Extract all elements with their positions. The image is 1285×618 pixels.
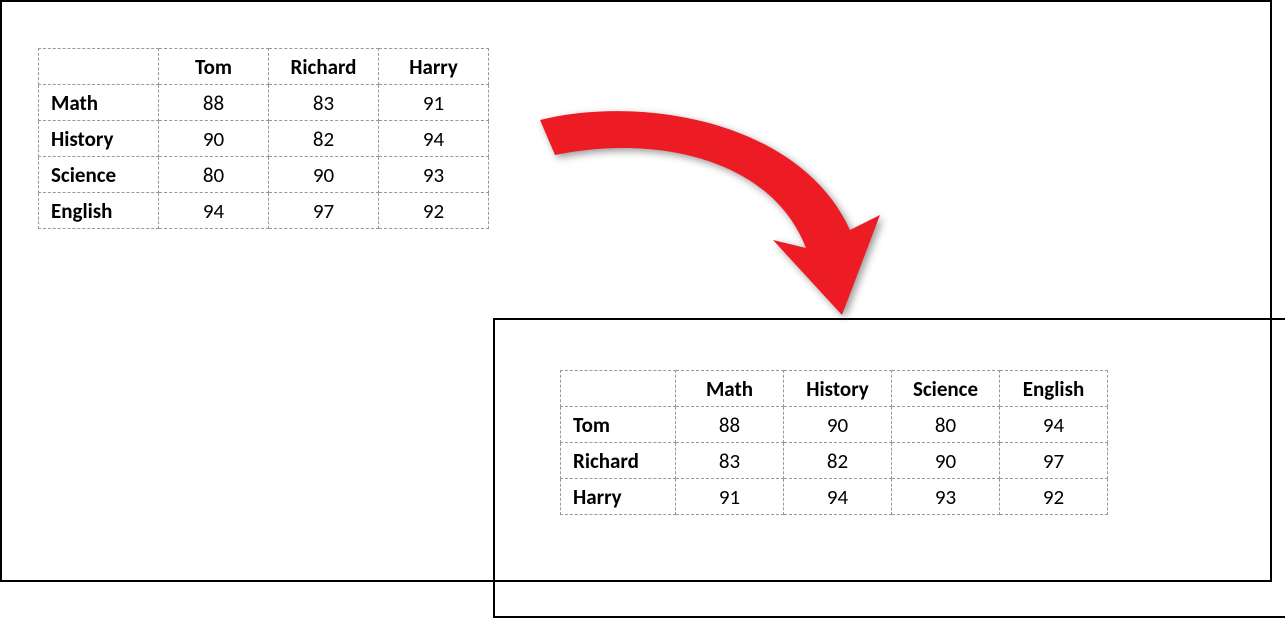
col-header: Science (892, 371, 1000, 407)
transposed-table: Math History Science English Tom 88 90 8… (560, 370, 1108, 515)
row-header: English (39, 193, 159, 229)
row-header: Math (39, 85, 159, 121)
row-header: Richard (561, 443, 676, 479)
table-row: Tom 88 90 80 94 (561, 407, 1108, 443)
table-cell: 97 (1000, 443, 1108, 479)
arrow-icon (520, 80, 920, 350)
table-cell: 88 (159, 85, 269, 121)
table-cell: 94 (159, 193, 269, 229)
table-row: History 90 82 94 (39, 121, 489, 157)
table-cell: 94 (1000, 407, 1108, 443)
table-row: Richard 83 82 90 97 (561, 443, 1108, 479)
table-row: Tom Richard Harry (39, 49, 489, 85)
table-cell: 94 (784, 479, 892, 515)
row-header: Harry (561, 479, 676, 515)
row-header: Science (39, 157, 159, 193)
table-cell: 91 (379, 85, 489, 121)
col-header: Tom (159, 49, 269, 85)
col-header: Harry (379, 49, 489, 85)
table-cell: 92 (379, 193, 489, 229)
table-cell: 88 (676, 407, 784, 443)
table-cell: 90 (784, 407, 892, 443)
table-cell: 90 (269, 157, 379, 193)
table-cell: 91 (676, 479, 784, 515)
table-cell: 97 (269, 193, 379, 229)
table-cell: 83 (676, 443, 784, 479)
table-cell: 80 (892, 407, 1000, 443)
table-row: Science 80 90 93 (39, 157, 489, 193)
table-cell: 93 (892, 479, 1000, 515)
table-cell: 82 (269, 121, 379, 157)
table-cell: 83 (269, 85, 379, 121)
table-row: Math History Science English (561, 371, 1108, 407)
col-header: English (1000, 371, 1108, 407)
table-row: Math 88 83 91 (39, 85, 489, 121)
table-cell: 92 (1000, 479, 1108, 515)
table-row: Harry 91 94 93 92 (561, 479, 1108, 515)
original-table-container: Tom Richard Harry Math 88 83 91 History … (38, 48, 489, 229)
table-cell: 82 (784, 443, 892, 479)
row-header: History (39, 121, 159, 157)
col-header: History (784, 371, 892, 407)
table-cell: 90 (159, 121, 269, 157)
table-row: English 94 97 92 (39, 193, 489, 229)
col-header: Math (676, 371, 784, 407)
table-cell: 90 (892, 443, 1000, 479)
row-header: Tom (561, 407, 676, 443)
original-table: Tom Richard Harry Math 88 83 91 History … (38, 48, 489, 229)
corner-cell (39, 49, 159, 85)
transpose-arrow (520, 80, 920, 350)
table-cell: 80 (159, 157, 269, 193)
corner-cell (561, 371, 676, 407)
table-cell: 93 (379, 157, 489, 193)
transposed-table-container: Math History Science English Tom 88 90 8… (560, 370, 1108, 515)
table-cell: 94 (379, 121, 489, 157)
col-header: Richard (269, 49, 379, 85)
